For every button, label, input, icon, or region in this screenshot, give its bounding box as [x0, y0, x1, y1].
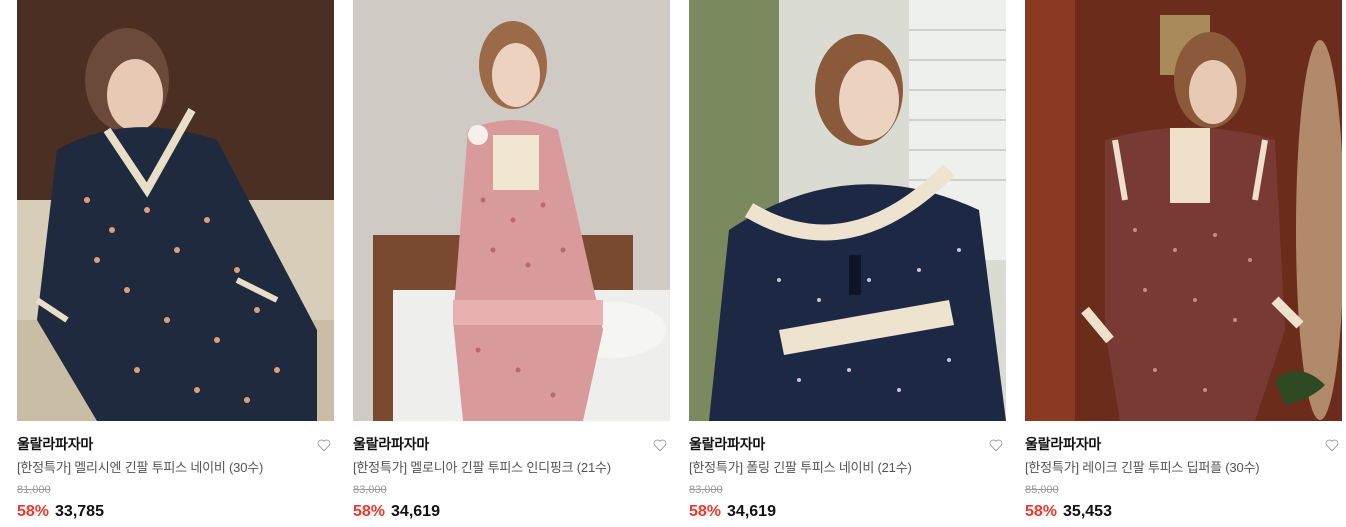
product-image[interactable] [17, 0, 334, 421]
price-row: 58% 33,785 [17, 502, 334, 521]
product-card[interactable]: 울랄라파자마 [한정특가] 멜리시엔 긴팔 투피스 네이비 (30수) 81,0… [17, 0, 334, 527]
original-price: 81,000 [17, 484, 51, 496]
sale-price: 34,619 [391, 503, 440, 520]
sale-price: 35,453 [1063, 503, 1112, 520]
product-image[interactable] [689, 0, 1006, 421]
product-grid: 울랄라파자마 [한정특가] 멜리시엔 긴팔 투피스 네이비 (30수) 81,0… [17, 0, 1342, 527]
product-card[interactable]: 울랄라파자마 [한정특가] 폴링 긴팔 투피스 네이비 (21수) 83,000… [689, 0, 1006, 527]
discount-rate: 58% [689, 503, 722, 520]
price-row: 58% 34,619 [353, 502, 670, 521]
heart-icon[interactable] [988, 437, 1004, 453]
discount-rate: 58% [1025, 503, 1058, 520]
heart-icon[interactable] [1324, 437, 1340, 453]
product-photo [689, 0, 1006, 421]
original-price: 83,000 [689, 484, 723, 496]
product-card[interactable]: 울랄라파자마 [한정특가] 레이크 긴팔 투피스 딥퍼플 (30수) 85,00… [1025, 0, 1342, 527]
sale-price: 33,785 [55, 503, 104, 520]
price-row: 58% 34,619 [689, 502, 1006, 521]
price-row: 58% 35,453 [1025, 502, 1342, 521]
original-price: 83,000 [353, 484, 387, 496]
brand-name[interactable]: 울랄라파자마 [353, 435, 670, 453]
heart-icon[interactable] [652, 437, 668, 453]
discount-rate: 58% [17, 503, 50, 520]
product-name[interactable]: [한정특가] 폴링 긴팔 투피스 네이비 (21수) [689, 460, 1006, 476]
heart-icon[interactable] [316, 437, 332, 453]
product-name[interactable]: [한정특가] 멜리시엔 긴팔 투피스 네이비 (30수) [17, 460, 334, 476]
product-name[interactable]: [한정특가] 멜로니아 긴팔 투피스 인디핑크 (21수) [353, 460, 670, 476]
brand-name[interactable]: 울랄라파자마 [17, 435, 334, 453]
product-image[interactable] [1025, 0, 1342, 421]
product-image[interactable] [353, 0, 670, 421]
brand-name[interactable]: 울랄라파자마 [689, 435, 1006, 453]
sale-price: 34,619 [727, 503, 776, 520]
discount-rate: 58% [353, 503, 386, 520]
original-price: 85,000 [1025, 484, 1059, 496]
product-name[interactable]: [한정특가] 레이크 긴팔 투피스 딥퍼플 (30수) [1025, 460, 1342, 476]
product-photo [17, 0, 334, 421]
product-photo [1025, 0, 1342, 421]
product-card[interactable]: 울랄라파자마 [한정특가] 멜로니아 긴팔 투피스 인디핑크 (21수) 83,… [353, 0, 670, 527]
brand-name[interactable]: 울랄라파자마 [1025, 435, 1342, 453]
product-photo [353, 0, 670, 421]
